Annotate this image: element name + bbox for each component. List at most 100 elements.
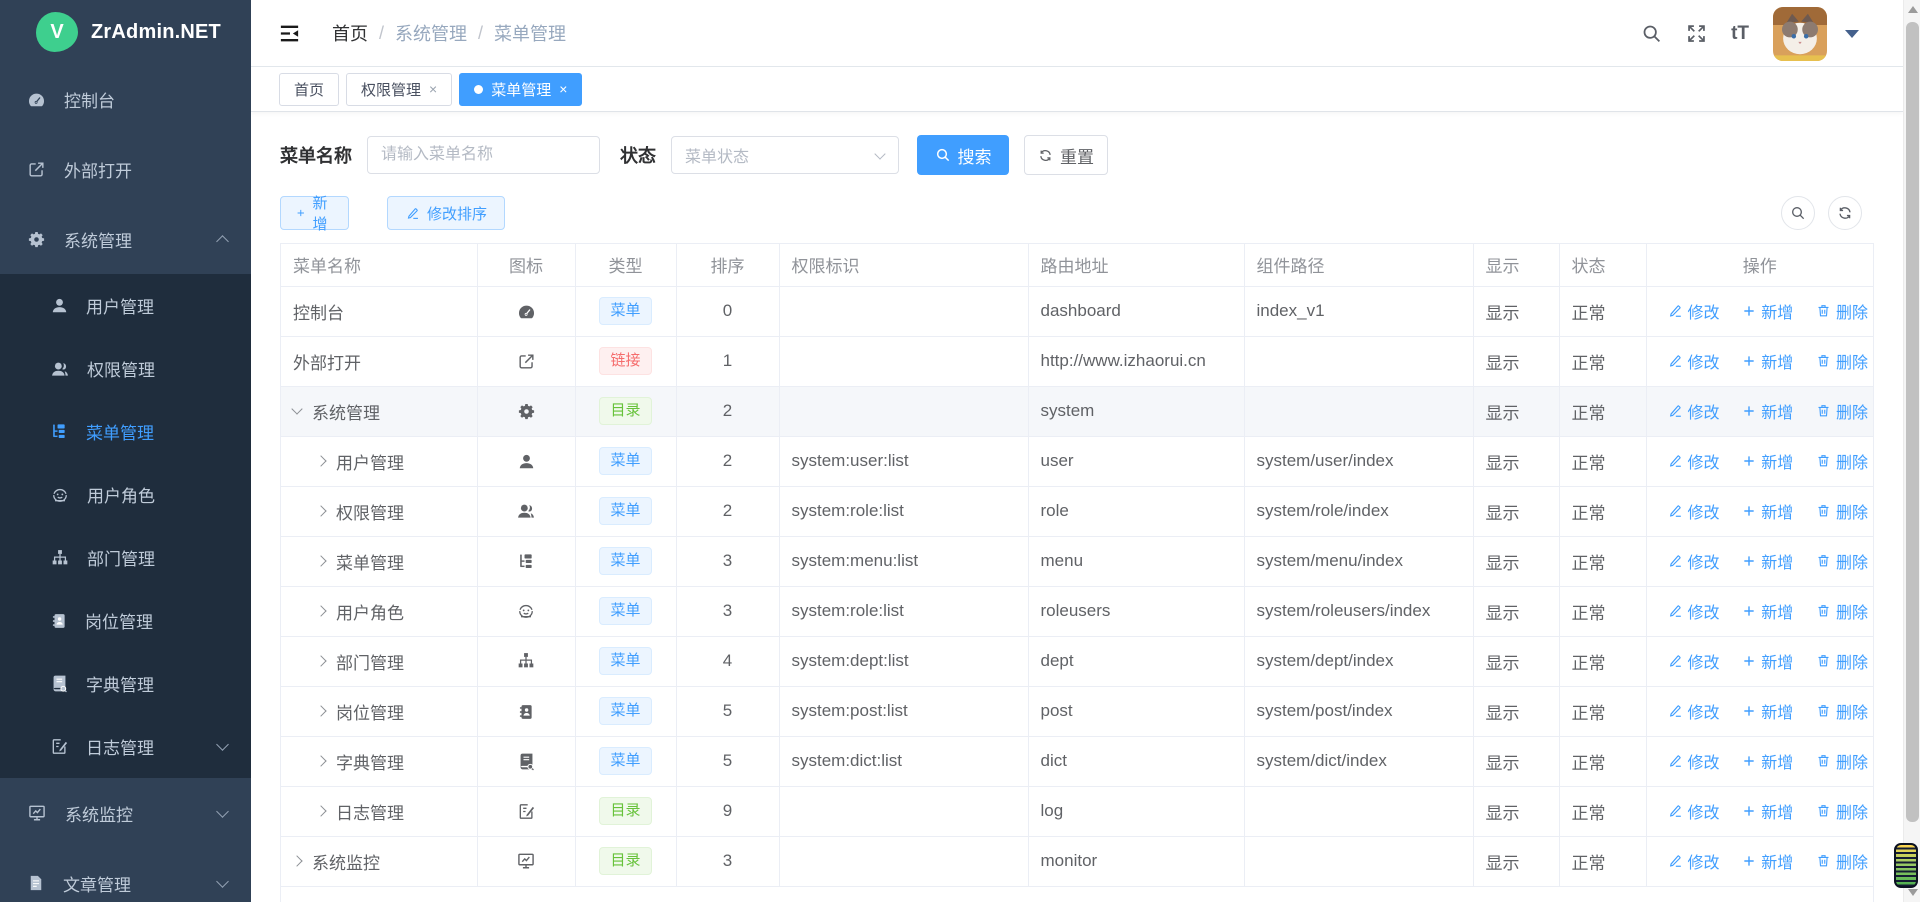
row-add-button[interactable]: 新增 — [1742, 349, 1793, 373]
row-delete-button[interactable]: 删除 — [1816, 299, 1868, 323]
user-avatar[interactable] — [1773, 7, 1827, 61]
sidebar-toggle-icon[interactable] — [278, 22, 301, 45]
row-add-button[interactable]: 新增 — [1742, 699, 1793, 723]
table-row-dashboard[interactable]: 控制台 菜单 0 dashboard index_v1 显示 正常 修改 新增 … — [281, 286, 1873, 336]
sidebar-item-dept[interactable]: 部门管理 — [0, 526, 251, 589]
sidebar-item-user[interactable]: 用户管理 — [0, 274, 251, 337]
row-delete-button[interactable]: 删除 — [1816, 599, 1868, 623]
row-delete-button[interactable]: 删除 — [1816, 499, 1868, 523]
sidebar-item-external[interactable]: 外部打开 — [0, 134, 251, 204]
sort-edit-button[interactable]: 修改排序 — [387, 196, 505, 230]
row-edit-button[interactable]: 修改 — [1668, 849, 1720, 873]
expand-row-arrow-icon[interactable] — [315, 705, 326, 716]
row-edit-button[interactable]: 修改 — [1668, 699, 1720, 723]
table-row-roleusers[interactable]: 用户角色 菜单 3 system:role:list roleusers sys… — [281, 586, 1873, 636]
row-delete-button[interactable]: 删除 — [1816, 449, 1868, 473]
row-edit-button[interactable]: 修改 — [1668, 499, 1720, 523]
sidebar-item-menu[interactable]: 菜单管理 — [0, 400, 251, 463]
sidebar-item-dict[interactable]: 字典管理 — [0, 652, 251, 715]
row-add-button[interactable]: 新增 — [1742, 299, 1793, 323]
scroll-up-arrow-icon[interactable] — [1908, 6, 1918, 13]
sidebar-item-system[interactable]: 系统管理 — [0, 204, 251, 274]
scrollbar-thumb[interactable] — [1906, 22, 1919, 822]
expand-row-arrow-icon[interactable] — [315, 655, 326, 666]
breadcrumb-home[interactable]: 首页 — [332, 20, 368, 46]
user-menu-caret[interactable] — [1845, 30, 1859, 38]
table-row-dept[interactable]: 部门管理 菜单 4 system:dept:list dept system/d… — [281, 636, 1873, 686]
table-row-menu[interactable]: 菜单管理 菜单 3 system:menu:list menu system/m… — [281, 536, 1873, 586]
row-delete-button[interactable]: 删除 — [1816, 849, 1868, 873]
scroll-down-arrow-icon[interactable] — [1908, 889, 1918, 896]
reset-button[interactable]: 重置 — [1024, 135, 1108, 175]
expand-row-arrow-icon[interactable] — [315, 805, 326, 816]
status-cell: 正常 — [1559, 436, 1646, 486]
app-logo[interactable]: V ZrAdmin.NET — [0, 0, 251, 64]
expand-row-arrow-icon[interactable] — [291, 855, 302, 866]
close-icon[interactable]: × — [559, 82, 567, 96]
header-search-icon[interactable] — [1641, 23, 1662, 44]
toggle-search-button[interactable] — [1781, 196, 1815, 230]
expand-row-arrow-icon[interactable] — [315, 455, 326, 466]
row-edit-button[interactable]: 修改 — [1668, 399, 1720, 423]
sidebar-item-log[interactable]: 日志管理 — [0, 715, 251, 778]
row-delete-button[interactable]: 删除 — [1816, 349, 1868, 373]
row-edit-button[interactable]: 修改 — [1668, 299, 1720, 323]
row-delete-button[interactable]: 删除 — [1816, 699, 1868, 723]
row-delete-button[interactable]: 删除 — [1816, 749, 1868, 773]
row-add-button[interactable]: 新增 — [1742, 799, 1793, 823]
expand-row-arrow-icon[interactable] — [315, 555, 326, 566]
status-label: 状态 — [620, 142, 656, 168]
row-add-button[interactable]: 新增 — [1742, 449, 1793, 473]
row-edit-button[interactable]: 修改 — [1668, 349, 1720, 373]
sidebar-item-role[interactable]: 权限管理 — [0, 337, 251, 400]
expand-collapse-arrow-icon[interactable] — [291, 403, 302, 414]
row-add-button[interactable]: 新增 — [1742, 399, 1793, 423]
refresh-table-button[interactable] — [1828, 196, 1862, 230]
expand-row-arrow-icon[interactable] — [315, 755, 326, 766]
row-add-button[interactable]: 新增 — [1742, 599, 1793, 623]
status-select[interactable]: 菜单状态 — [671, 136, 899, 174]
sidebar-item-article[interactable]: 文章管理 — [0, 848, 251, 902]
row-add-button[interactable]: 新增 — [1742, 849, 1793, 873]
row-edit-button[interactable]: 修改 — [1668, 549, 1720, 573]
close-icon[interactable]: × — [429, 82, 437, 96]
font-size-icon[interactable]: tT — [1731, 24, 1749, 43]
tab-home[interactable]: 首页 — [279, 73, 339, 106]
row-edit-button[interactable]: 修改 — [1668, 599, 1720, 623]
row-delete-button[interactable]: 删除 — [1816, 649, 1868, 673]
sidebar-item-roleusers[interactable]: 用户角色 — [0, 463, 251, 526]
row-add-button[interactable]: 新增 — [1742, 749, 1793, 773]
add-button[interactable]: 新增 — [280, 196, 349, 230]
expand-row-arrow-icon[interactable] — [315, 505, 326, 516]
table-row-post[interactable]: 岗位管理 菜单 5 system:post:list post system/p… — [281, 686, 1873, 736]
search-button[interactable]: 搜索 — [917, 135, 1009, 175]
row-edit-button[interactable]: 修改 — [1668, 649, 1720, 673]
expand-row-arrow-icon[interactable] — [315, 605, 326, 616]
row-delete-button[interactable]: 删除 — [1816, 399, 1868, 423]
sidebar-item-label: 外部打开 — [64, 157, 132, 182]
table-row-log[interactable]: 日志管理 目录 9 log 显示 正常 修改 新增 删除 — [281, 786, 1873, 836]
table-row-dict[interactable]: 字典管理 菜单 5 system:dict:list dict system/d… — [281, 736, 1873, 786]
row-edit-button[interactable]: 修改 — [1668, 449, 1720, 473]
menu-name-input[interactable] — [367, 136, 600, 174]
row-add-button[interactable]: 新增 — [1742, 499, 1793, 523]
sidebar-item-dashboard[interactable]: 控制台 — [0, 64, 251, 134]
row-add-button[interactable]: 新增 — [1742, 649, 1793, 673]
table-row-role[interactable]: 权限管理 菜单 2 system:role:list role system/r… — [281, 486, 1873, 536]
row-edit-button[interactable]: 修改 — [1668, 749, 1720, 773]
vertical-scrollbar[interactable] — [1903, 0, 1920, 902]
table-row-external[interactable]: 外部打开 链接 1 http://www.izhaorui.cn 显示 正常 修… — [281, 336, 1873, 386]
sidebar-item-monitor[interactable]: 系统监控 — [0, 778, 251, 848]
table-row-monitor[interactable]: 系统监控 目录 3 monitor 显示 正常 修改 新增 删除 — [281, 836, 1873, 886]
row-add-button[interactable]: 新增 — [1742, 549, 1793, 573]
row-delete-button[interactable]: 删除 — [1816, 799, 1868, 823]
tab-role[interactable]: 权限管理 × — [346, 73, 452, 106]
row-edit-button[interactable]: 修改 — [1668, 799, 1720, 823]
sidebar-item-post[interactable]: 岗位管理 — [0, 589, 251, 652]
table-row-user[interactable]: 用户管理 菜单 2 system:user:list user system/u… — [281, 436, 1873, 486]
table-row-system[interactable]: 系统管理 目录 2 system 显示 正常 修改 新增 删除 — [281, 386, 1873, 436]
tab-menu[interactable]: 菜单管理 × — [459, 73, 582, 106]
breadcrumb-item[interactable]: 系统管理 — [395, 20, 467, 46]
fullscreen-icon[interactable] — [1686, 23, 1707, 44]
row-delete-button[interactable]: 删除 — [1816, 549, 1868, 573]
